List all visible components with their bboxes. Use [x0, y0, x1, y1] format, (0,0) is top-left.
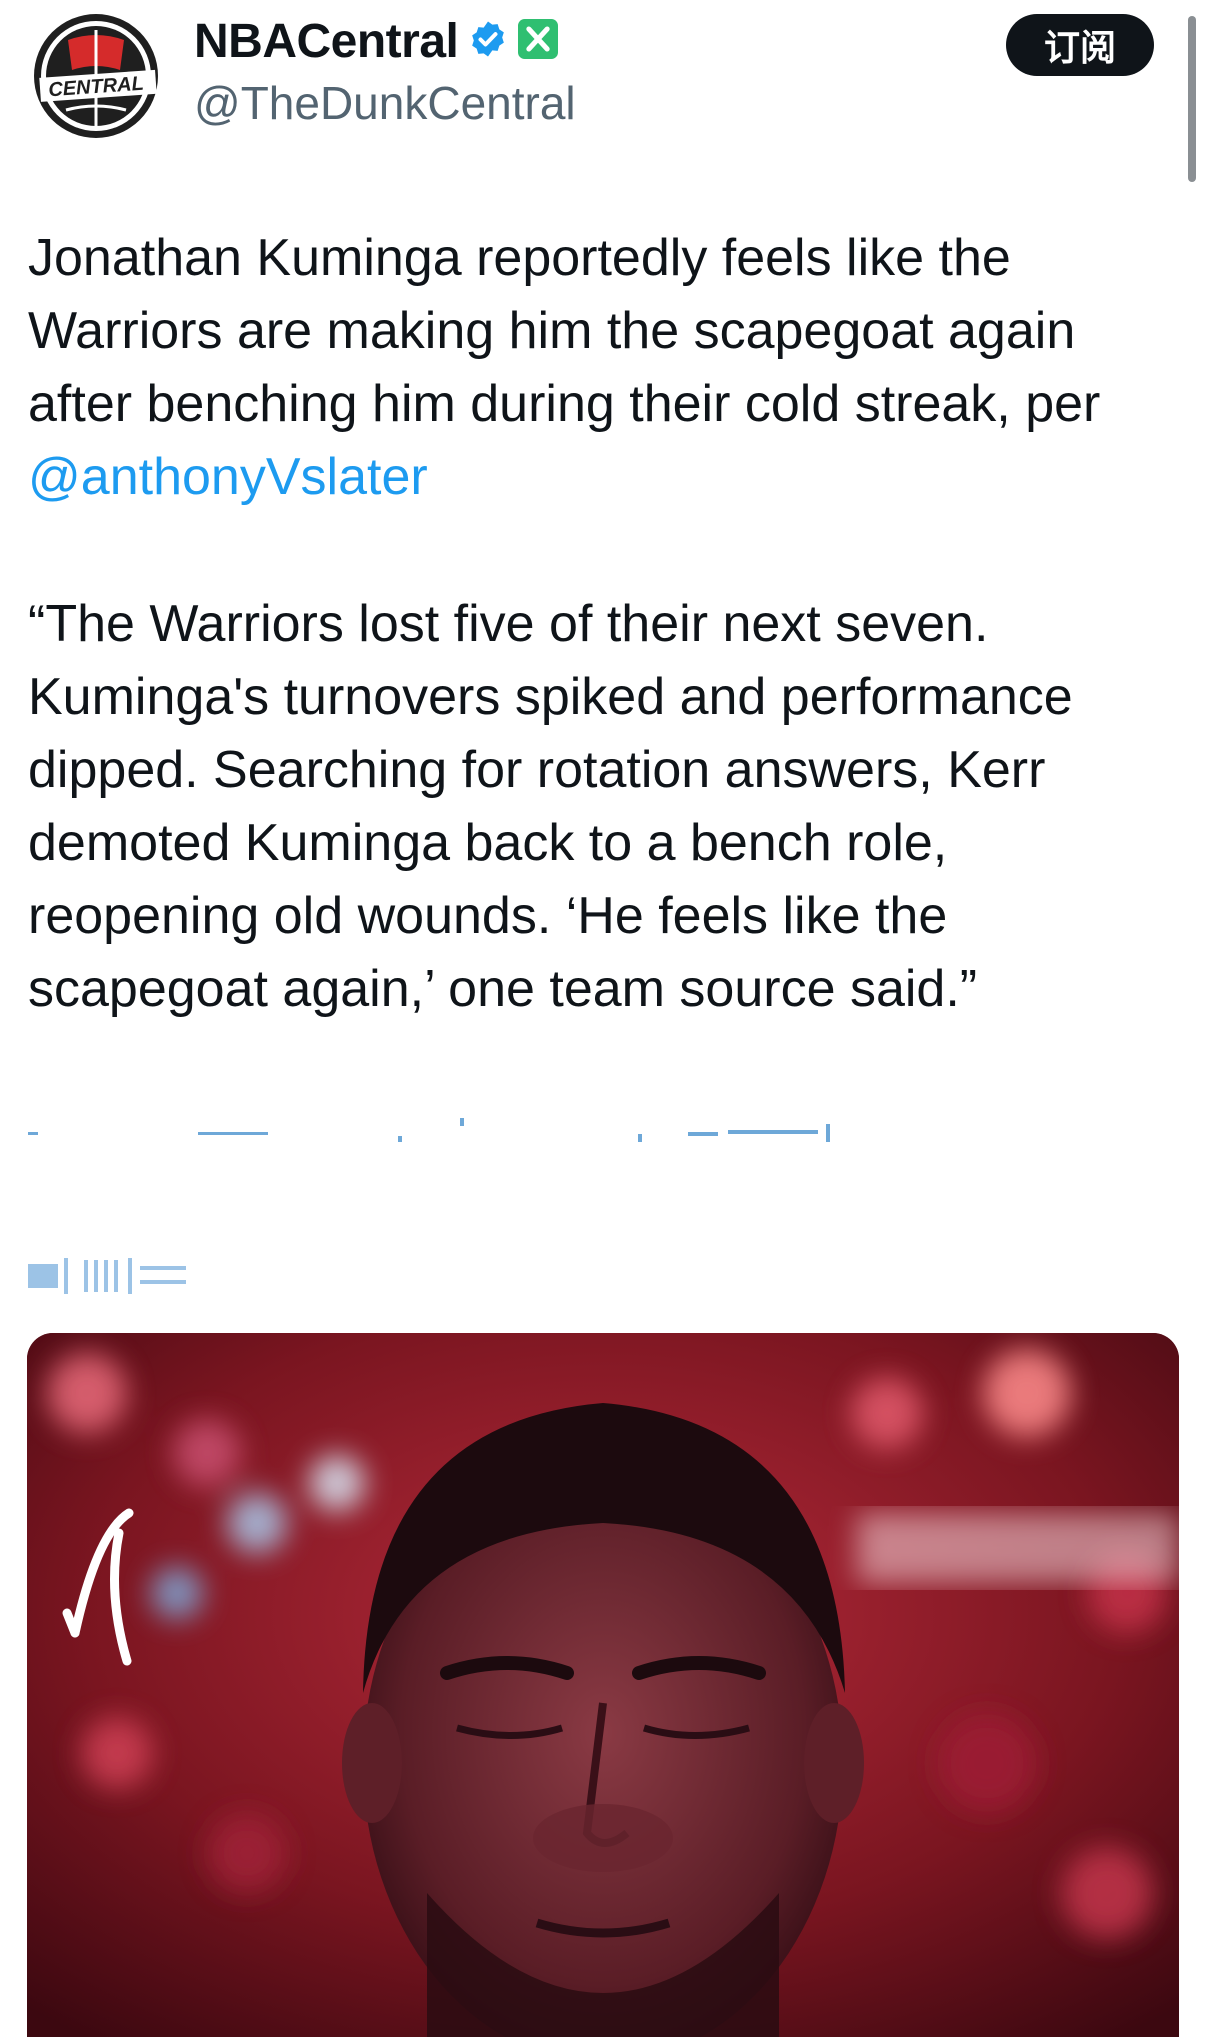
avatar[interactable]: CENTRAL	[28, 10, 168, 140]
name-row: NBACentral	[194, 14, 559, 69]
tweet-quote: “The Warriors lost five of their next se…	[28, 595, 1073, 1018]
scrollbar[interactable]	[1188, 16, 1196, 182]
verified-badge-icon	[468, 19, 508, 64]
cropped-link-fragment	[28, 1110, 830, 1142]
handle[interactable]: @TheDunkCentral	[194, 76, 576, 130]
translate-link[interactable]	[28, 1258, 198, 1294]
media-photo[interactable]	[27, 1333, 1179, 2037]
subscribe-button[interactable]: 订阅	[1006, 14, 1154, 76]
x-logo-icon	[518, 19, 559, 64]
tweet-paragraph: Jonathan Kuminga reportedly feels like t…	[28, 229, 1101, 433]
display-name[interactable]: NBACentral	[194, 14, 459, 69]
mention-link[interactable]: @anthonyVslater	[28, 448, 428, 506]
tweet-body: Jonathan Kuminga reportedly feels like t…	[28, 222, 1168, 514]
tweet-header: CENTRAL NBACentral @TheDunkCentral 订阅	[0, 0, 1206, 182]
